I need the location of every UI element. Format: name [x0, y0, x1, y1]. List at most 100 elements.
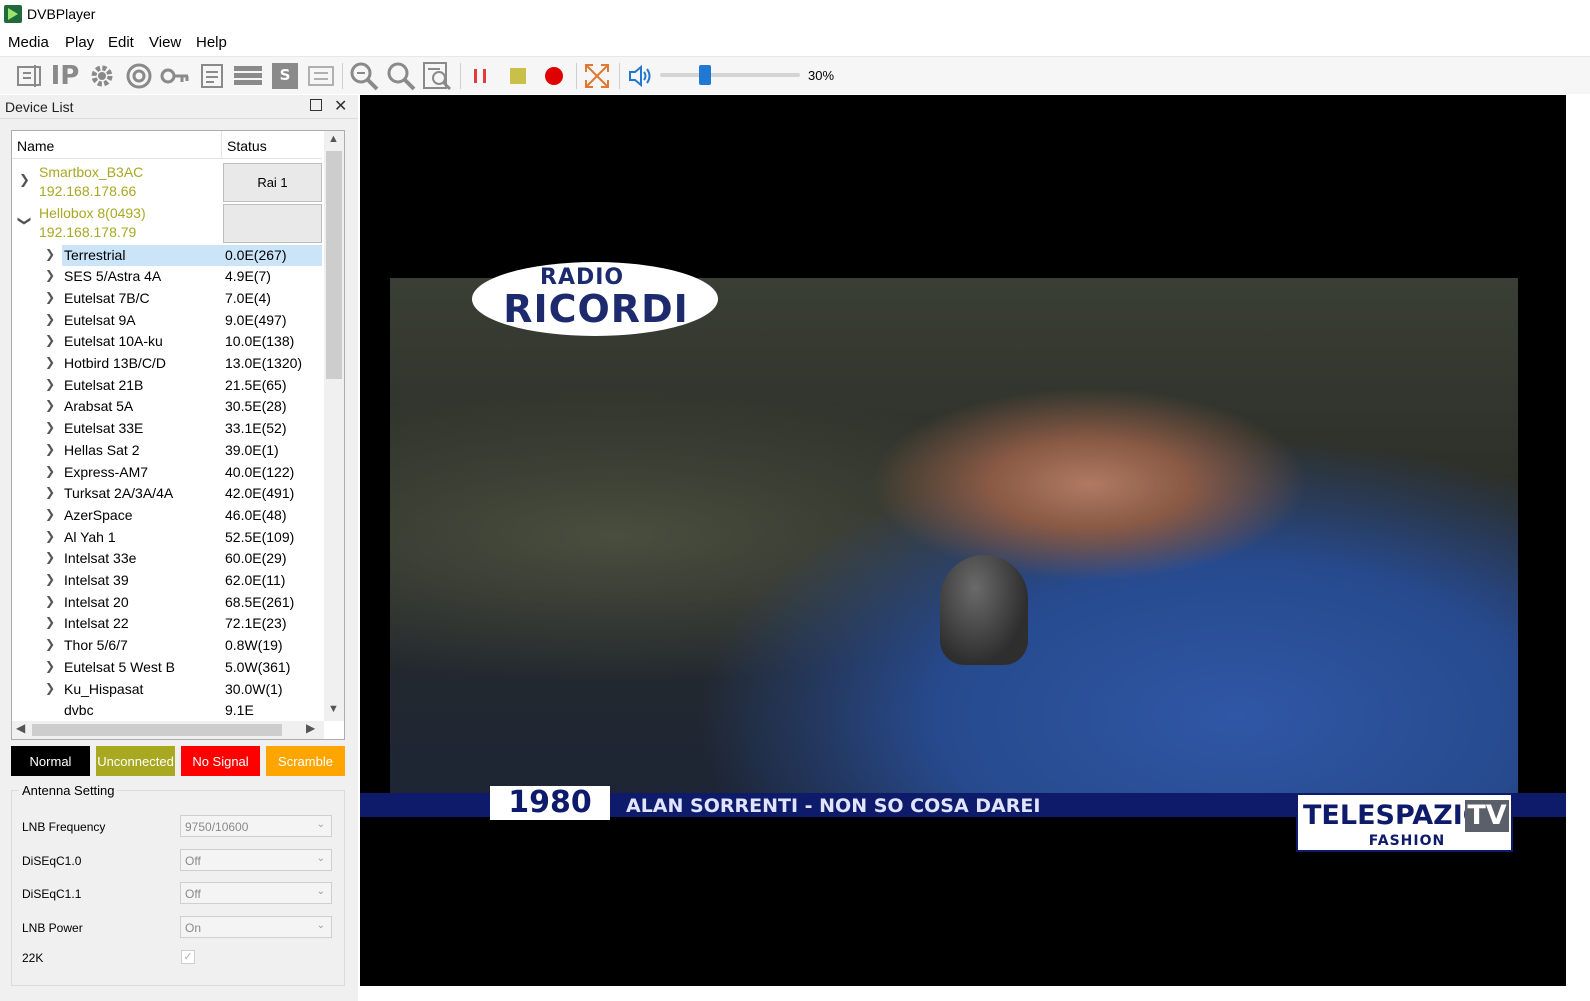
report-icon[interactable] — [422, 61, 452, 91]
satellite-row[interactable]: ❯ Ku_Hispasat 30.0W(1) — [12, 679, 324, 701]
cam-icon[interactable]: S — [270, 61, 300, 91]
chevron-right-icon[interactable]: ❯ — [45, 312, 55, 326]
chevron-right-icon[interactable]: ❯ — [45, 442, 55, 456]
column-name-header[interactable]: Name — [17, 138, 54, 154]
satellite-row[interactable]: ❯ Intelsat 22 72.1E(23) — [12, 613, 324, 635]
chevron-right-icon[interactable]: ❯ — [45, 681, 55, 695]
satellite-row[interactable]: ❯ Intelsat 33e 60.0E(29) — [12, 548, 324, 570]
settings-gear-icon[interactable] — [87, 61, 117, 91]
device-row[interactable]: ❯ Hellobox 8(0493) 192.168.178.79 — [12, 203, 324, 244]
chevron-down-icon[interactable]: ❯ — [16, 216, 32, 227]
volume-percent: 30% — [808, 68, 835, 83]
satellite-row[interactable]: ❯ Eutelsat 33E 33.1E(52) — [12, 418, 324, 440]
key-icon[interactable] — [160, 61, 190, 91]
lnb-frequency-select[interactable]: 9750/10600 ⌄ — [180, 815, 332, 837]
chevron-right-icon[interactable]: ❯ — [45, 594, 55, 608]
chevron-right-icon[interactable]: ❯ — [19, 172, 30, 188]
device-ip: 192.168.178.66 — [39, 183, 137, 199]
scroll-left-icon[interactable]: ◀ — [16, 721, 25, 735]
satellite-row[interactable]: dvbc 9.1E — [12, 700, 324, 722]
device-row[interactable]: ❯ Smartbox_B3AC 192.168.178.66 Rai 1 — [12, 162, 324, 203]
chevron-right-icon[interactable]: ❯ — [45, 659, 55, 673]
satellite-row[interactable]: ❯ Intelsat 20 68.5E(261) — [12, 592, 324, 614]
satellite-position: 52.5E(109) — [225, 528, 295, 545]
scroll-right-icon[interactable]: ▶ — [306, 721, 315, 735]
volume-slider-track[interactable] — [660, 73, 800, 77]
chevron-down-icon: ⌄ — [316, 886, 325, 897]
chevron-right-icon[interactable]: ❯ — [45, 333, 55, 347]
pause-icon[interactable] — [466, 61, 496, 91]
satellite-name: Eutelsat 33E — [64, 420, 144, 437]
satellite-row[interactable]: ❯ Thor 5/6/7 0.8W(19) — [12, 635, 324, 657]
close-dock-icon[interactable]: ✕ — [334, 96, 347, 116]
satellite-row[interactable]: ❯ Eutelsat 10A-ku 10.0E(138) — [12, 331, 324, 353]
horizontal-scroll-thumb[interactable] — [32, 724, 282, 736]
diseqc11-select[interactable]: Off ⌄ — [180, 882, 332, 904]
satellite-name: Al Yah 1 — [64, 528, 116, 545]
scan-icon[interactable] — [124, 61, 154, 91]
device-status-button[interactable] — [223, 204, 322, 243]
antenna-setting-title: Antenna Setting — [20, 783, 117, 798]
chevron-right-icon[interactable]: ❯ — [45, 637, 55, 651]
chevron-right-icon[interactable]: ❯ — [45, 377, 55, 391]
volume-slider-thumb[interactable] — [699, 65, 711, 85]
chevron-right-icon[interactable]: ❯ — [45, 550, 55, 564]
notes-icon[interactable] — [197, 61, 227, 91]
device-tree[interactable]: Name Status ❯ Smartbox_B3AC 192.168.178.… — [11, 130, 345, 740]
chevron-right-icon[interactable]: ❯ — [45, 398, 55, 412]
title-bar: DVBPlayer — [0, 0, 1590, 28]
chevron-right-icon[interactable]: ❯ — [45, 464, 55, 478]
menu-edit[interactable]: Edit — [108, 34, 134, 51]
satellite-row[interactable]: ❯ Express-AM7 40.0E(122) — [12, 462, 324, 484]
fullscreen-icon[interactable] — [582, 61, 612, 91]
22k-checkbox[interactable]: ✓ — [181, 950, 195, 964]
menu-play[interactable]: Play — [65, 34, 94, 51]
search-icon[interactable] — [386, 61, 416, 91]
zoom-in-icon[interactable] — [349, 61, 379, 91]
chevron-right-icon[interactable]: ❯ — [45, 615, 55, 629]
edit-icon[interactable] — [14, 61, 44, 91]
list-icon[interactable] — [233, 61, 263, 91]
satellite-row[interactable]: ❯ Eutelsat 5 West B 5.0W(361) — [12, 657, 324, 679]
satellite-row[interactable]: ❯ Turksat 2A/3A/4A 42.0E(491) — [12, 483, 324, 505]
record-icon[interactable] — [539, 61, 569, 91]
satellite-name: dvbc — [64, 702, 94, 719]
chevron-right-icon[interactable]: ❯ — [45, 268, 55, 282]
scroll-up-icon[interactable]: ▲ — [328, 133, 339, 145]
chevron-right-icon[interactable]: ❯ — [45, 355, 55, 369]
satellite-row[interactable]: ❯ Terrestrial 0.0E(267) — [12, 244, 324, 267]
satellite-row[interactable]: ❯ Hellas Sat 2 39.0E(1) — [12, 440, 324, 462]
ip-icon[interactable]: IP — [50, 61, 80, 91]
chevron-right-icon[interactable]: ❯ — [45, 247, 55, 261]
satellite-row[interactable]: ❯ AzerSpace 46.0E(48) — [12, 505, 324, 527]
lnb-power-select[interactable]: On ⌄ — [180, 916, 332, 938]
menu-view[interactable]: View — [149, 34, 181, 51]
scroll-down-icon[interactable]: ▼ — [328, 703, 339, 715]
chevron-right-icon[interactable]: ❯ — [45, 572, 55, 586]
menu-media[interactable]: Media — [8, 34, 49, 51]
chevron-right-icon[interactable]: ❯ — [45, 529, 55, 543]
device-status-button[interactable]: Rai 1 — [223, 163, 322, 202]
volume-icon[interactable] — [625, 61, 655, 91]
chevron-right-icon[interactable]: ❯ — [45, 507, 55, 521]
float-dock-icon[interactable] — [310, 99, 322, 111]
satellite-row[interactable]: ❯ Eutelsat 7B/C 7.0E(4) — [12, 288, 324, 310]
column-status-header[interactable]: Status — [227, 138, 267, 154]
satellite-row[interactable]: ❯ SES 5/Astra 4A 4.9E(7) — [12, 266, 324, 288]
satellite-row[interactable]: ❯ Al Yah 1 52.5E(109) — [12, 527, 324, 549]
chevron-right-icon[interactable]: ❯ — [45, 290, 55, 304]
satellite-row[interactable]: ❯ Eutelsat 21B 21.5E(65) — [12, 375, 324, 397]
chevron-right-icon[interactable]: ❯ — [45, 420, 55, 434]
led-icon[interactable] — [306, 61, 336, 91]
menu-help[interactable]: Help — [196, 34, 227, 51]
satellite-row[interactable]: ❯ Intelsat 39 62.0E(11) — [12, 570, 324, 592]
chevron-down-icon: ⌄ — [316, 920, 325, 931]
satellite-row[interactable]: ❯ Eutelsat 9A 9.0E(497) — [12, 310, 324, 332]
stop-icon[interactable] — [503, 61, 533, 91]
diseqc10-select[interactable]: Off ⌄ — [180, 849, 332, 871]
satellite-row[interactable]: ❯ Arabsat 5A 30.5E(28) — [12, 396, 324, 418]
vertical-scroll-thumb[interactable] — [326, 151, 342, 379]
chevron-right-icon[interactable]: ❯ — [45, 485, 55, 499]
satellite-row[interactable]: ❯ Hotbird 13B/C/D 13.0E(1320) — [12, 353, 324, 375]
satellite-position: 21.5E(65) — [225, 376, 287, 393]
